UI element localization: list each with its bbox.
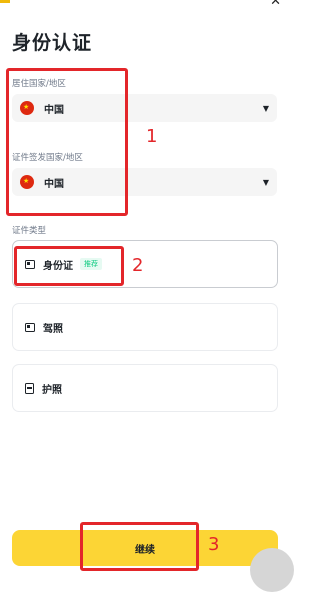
document-type-label: 证件类型 [12,226,47,236]
doc-option-label: 驾照 [43,323,63,335]
doc-option-label: 护照 [42,384,62,396]
top-accent-bar [0,0,10,3]
doc-option-passport[interactable]: 护照 [12,364,278,412]
annotation-box-2 [14,246,124,286]
annotation-box-3 [80,522,199,571]
annotation-number-3: 3 [208,534,220,555]
chevron-down-icon: ▼ [262,103,269,113]
chevron-down-icon: ▼ [262,177,269,187]
page-title: 身份认证 [12,32,93,54]
close-icon[interactable]: ✕ [270,0,281,8]
passport-icon [25,382,34,394]
doc-option-driver-license[interactable]: 驾照 [12,303,278,351]
driver-license-icon [25,322,35,332]
floating-avatar[interactable] [250,548,294,592]
annotation-box-1 [6,68,128,216]
annotation-number-1: 1 [146,126,158,147]
annotation-number-2: 2 [132,255,144,276]
